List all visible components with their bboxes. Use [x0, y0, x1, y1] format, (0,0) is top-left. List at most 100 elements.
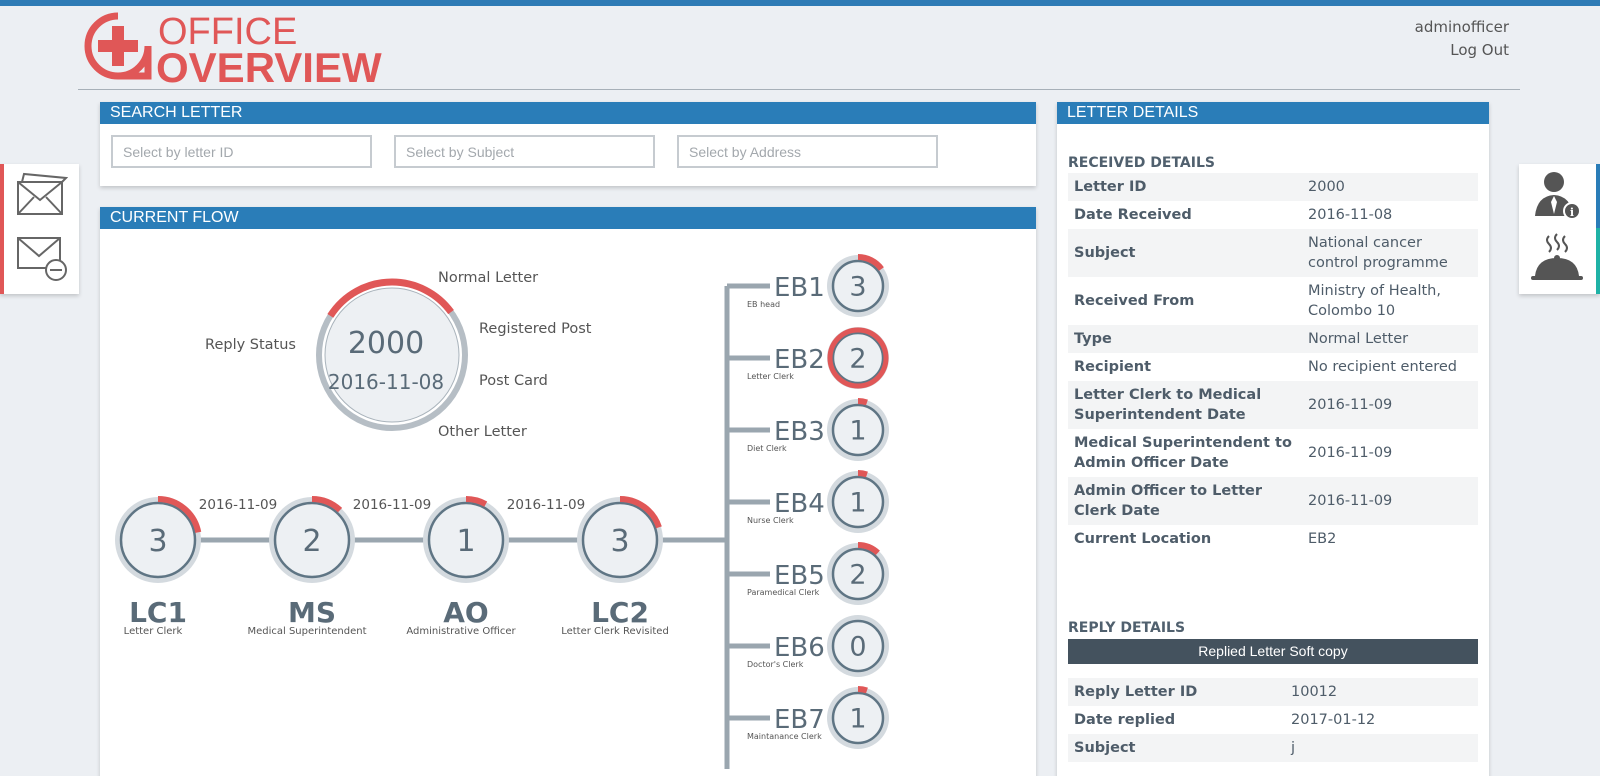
right-sidebar: i: [1519, 164, 1600, 294]
detail-key: Current Location: [1074, 531, 1212, 547]
branch-name: Nurse Clerk: [747, 516, 794, 525]
detail-value: 10012: [1285, 678, 1478, 706]
user-info-icon: i: [1535, 172, 1581, 220]
detail-row: Current Location EB2: [1068, 525, 1478, 553]
received-details-title: RECEIVED DETAILS: [1068, 155, 1215, 171]
detail-key: Letter Clerk to Medical Superintendent D…: [1068, 381, 1302, 429]
detail-row: Type Normal Letter: [1068, 325, 1478, 353]
branch-code: EB1: [774, 273, 825, 303]
detail-row: Recipient No recipient entered: [1068, 353, 1478, 381]
address-input[interactable]: [677, 135, 938, 168]
detail-row: Medical Superintendent to Admin Officer …: [1068, 429, 1478, 477]
detail-key: Medical Superintendent to Admin Officer …: [1074, 435, 1292, 471]
progress-arc: [857, 470, 868, 478]
detail-key: Subject: [1068, 229, 1302, 277]
reply-status-label: Reply Status: [205, 337, 296, 353]
app-logo[interactable]: OFFICE OVERVIEW: [84, 12, 382, 90]
stage-code: MS: [288, 596, 336, 629]
branch-code: EB5: [774, 561, 825, 591]
stage-count: 1: [849, 704, 866, 735]
stage-count: 1: [849, 488, 866, 519]
detail-key: Received From: [1074, 293, 1195, 309]
branch-name: Diet Clerk: [747, 444, 787, 453]
reply-details-table: Reply Letter ID 10012 Date replied 2017-01-…: [1068, 678, 1478, 762]
envelope-icon: [17, 172, 69, 215]
medical-cross-icon: [84, 12, 152, 80]
brand-line2: OVERVIEW: [156, 44, 382, 91]
branch-name: Letter Clerk: [747, 372, 794, 381]
right-strip-teal: [1596, 228, 1600, 294]
user-info-button[interactable]: i: [1527, 166, 1589, 222]
detail-value: 2016-11-09: [1302, 381, 1478, 429]
logout-link[interactable]: Log Out: [1415, 39, 1509, 62]
flow-diagram: 2000 2016-11-08 Reply Status Normal Letter R…: [115, 254, 889, 769]
header-divider: [78, 89, 1520, 90]
received-details-table: Letter ID 2000 Date Received 2016-11-08 Subj…: [1068, 173, 1478, 553]
stage-count: 1: [456, 524, 475, 559]
username: adminofficer: [1414, 18, 1509, 36]
stage-count: 3: [148, 524, 167, 559]
envelope-remove-button[interactable]: [12, 230, 74, 286]
detail-key: Date Received: [1074, 207, 1192, 223]
detail-key: Admin Officer to Letter Clerk Date: [1068, 477, 1302, 525]
search-letter-panel: SEARCH LETTER: [100, 102, 1036, 186]
stage-code: AO: [443, 596, 488, 629]
detail-value: No recipient entered: [1308, 359, 1458, 375]
detail-row: Date Received 2016-11-08: [1068, 201, 1478, 229]
envelope-button[interactable]: [12, 166, 74, 222]
letter-date: 2016-11-08: [328, 370, 444, 394]
transition-date: 2016-11-09: [507, 497, 585, 513]
detail-key: Subject: [1068, 734, 1285, 762]
branch-code: EB7: [774, 705, 825, 735]
detail-value: 2016-11-09: [1302, 477, 1478, 525]
branch-name: Maintanance Clerk: [747, 732, 822, 741]
stage-code: LC2: [591, 596, 649, 629]
stage-count: 1: [849, 416, 866, 447]
stage-name: Medical Superintendent: [247, 626, 366, 637]
detail-key: Letter ID: [1068, 173, 1302, 201]
envelope-remove-icon: [17, 237, 67, 281]
stage-count: 2: [302, 524, 321, 559]
stage-count: 2: [849, 560, 866, 591]
flow-panel-title: CURRENT FLOW: [100, 207, 1036, 229]
detail-row: Letter ID 2000: [1068, 173, 1478, 201]
detail-row: Admin Officer to Letter Clerk Date 2016-1…: [1068, 477, 1478, 525]
transition-date: 2016-11-09: [353, 497, 431, 513]
stage-name: Letter Clerk: [124, 626, 183, 637]
stage-count: 0: [849, 632, 866, 663]
detail-key: Recipient: [1074, 359, 1152, 375]
top-accent-bar: [0, 0, 1600, 6]
detail-row: Subject National cancer control programme: [1068, 229, 1478, 277]
transition-date: 2016-11-09: [199, 497, 277, 513]
detail-key: Date replied: [1074, 712, 1176, 728]
detail-key: Type: [1068, 325, 1302, 353]
detail-value: National cancer control programme: [1302, 229, 1478, 277]
detail-value: Ministry of Health, Colombo 10: [1308, 283, 1441, 319]
stage-count: 3: [610, 524, 629, 559]
detail-row: Reply Letter ID 10012: [1068, 678, 1478, 706]
current-flow-panel: CURRENT FLOW 2000 2016-11-08 Reply Status N…: [100, 207, 1036, 776]
replied-soft-copy-button[interactable]: Replied Letter Soft copy: [1068, 639, 1478, 664]
detail-row: Subject j: [1068, 734, 1478, 762]
detail-value: 2017-01-12: [1291, 712, 1376, 728]
food-tray-button[interactable]: [1527, 230, 1589, 286]
letter-id-input[interactable]: [111, 135, 372, 168]
detail-value: 2016-11-08: [1308, 207, 1393, 223]
food-tray-icon: [1531, 233, 1583, 280]
progress-arc: [857, 686, 868, 694]
branch-code: EB4: [774, 489, 825, 519]
stage-name: Administrative Officer: [406, 626, 516, 637]
reply-details-title: REPLY DETAILS: [1068, 620, 1186, 636]
detail-row: Date replied 2017-01-12: [1068, 706, 1478, 734]
branch-code: EB2: [774, 345, 825, 375]
progress-arc: [857, 398, 868, 406]
subject-input[interactable]: [394, 135, 655, 168]
letter-id: 2000: [348, 326, 424, 361]
user-menu: adminofficer Log Out: [1415, 16, 1509, 62]
detail-row: Received From Ministry of Health, Colombo…: [1068, 277, 1478, 325]
search-panel-title: SEARCH LETTER: [100, 102, 1036, 124]
detail-value: 2016-11-09: [1308, 445, 1393, 461]
stage-name: Letter Clerk Revisited: [561, 626, 669, 637]
letter-type-label: Other Letter: [438, 424, 527, 440]
svg-text:i: i: [1570, 206, 1574, 219]
